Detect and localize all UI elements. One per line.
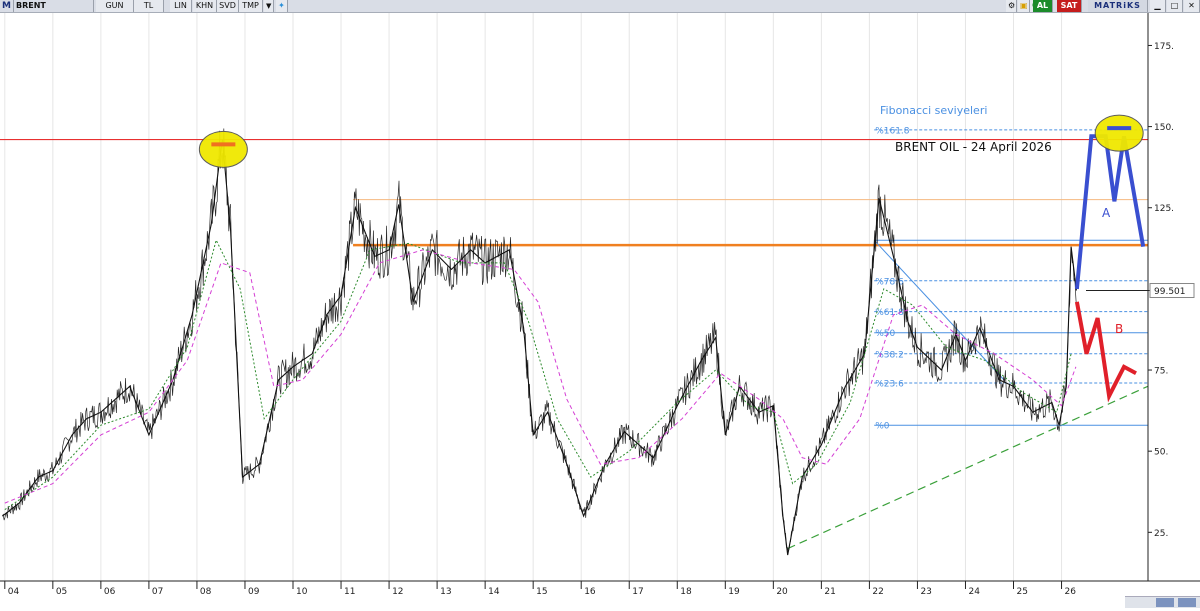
dropdown-arrow-icon[interactable]: ▼ (264, 0, 274, 12)
x-tick-label: 24 (968, 587, 980, 597)
maximize-icon[interactable]: □ (1167, 0, 1183, 12)
x-tick-label: 20 (776, 587, 788, 597)
x-tick-label: 26 (1065, 587, 1077, 597)
twitter-icon[interactable]: ✦ (276, 0, 288, 12)
x-axis: 04 05 06 07 08 09 10 11 12 13 14 15 16 17 18 19 20 21 22 23… (4, 581, 1077, 597)
toolbar: M BRENT GUN TL LIN KHN SVD TMP ▼ ✦ ⚙ ▣ C… (0, 0, 1200, 13)
y-tick-label: 125. (1154, 204, 1174, 214)
fib-label: %161.8 (875, 126, 910, 136)
trendline (787, 385, 1148, 550)
lock-icon[interactable]: ▣ (1018, 0, 1030, 12)
x-tick-label: 08 (200, 587, 212, 597)
highlight-ellipse (1094, 114, 1144, 152)
x-tick-label: 17 (632, 587, 643, 597)
projection-b (1074, 301, 1137, 403)
x-tick-label: 04 (8, 587, 20, 597)
x-tick-label: 16 (584, 587, 596, 597)
highlight-ellipse (198, 130, 248, 168)
svd-button[interactable]: SVD (217, 0, 239, 12)
fib-label: %50 (875, 329, 895, 339)
y-tick-label: 99.501 (1154, 287, 1186, 297)
x-tick-label: 25 (1017, 587, 1028, 597)
x-tick-label: 21 (824, 587, 835, 597)
linear-button[interactable]: LIN (170, 0, 192, 12)
price-series (2, 128, 1077, 556)
fib-label: %0 (875, 422, 890, 432)
y-tick-label: 50. (1154, 448, 1168, 458)
x-tick-label: 23 (920, 587, 931, 597)
scroll-button-right[interactable] (1178, 598, 1196, 607)
x-tick-label: 07 (152, 587, 163, 597)
status-bar (1125, 596, 1200, 608)
x-tick-label: 22 (872, 587, 883, 597)
sell-button[interactable]: SAT (1057, 0, 1082, 12)
wave-label-a: A (1102, 206, 1111, 220)
x-tick-label: 06 (104, 587, 116, 597)
fibonacci-title: Fibonacci seviyeleri (880, 104, 987, 117)
fib-label: %23.6 (875, 380, 904, 390)
chart-area[interactable]: %0 %23.6 %38.2 %50 %61.8 %78.6 %161.8 25. 50. 75… (0, 13, 1200, 607)
projection-lines (1074, 134, 1146, 403)
x-tick-label: 18 (680, 587, 692, 597)
buy-button[interactable]: AL (1033, 0, 1053, 12)
y-tick-label: 150. (1154, 123, 1174, 133)
y-axis: 25. 50. 75. 99.501 125. 150. 175. (1086, 42, 1195, 539)
x-tick-label: 09 (248, 587, 260, 597)
app-logo: M (0, 0, 14, 12)
symbol-field[interactable]: BRENT (14, 0, 94, 12)
period-button[interactable]: GUN (96, 0, 134, 12)
y-tick-label: 175. (1154, 42, 1174, 52)
grid (4, 13, 1063, 581)
price-chart[interactable]: %0%23.6%38.2%50%61.8%78.6%161.8 25.50.75… (0, 13, 1200, 607)
brand-label: MATRiKS (1088, 0, 1148, 12)
x-tick-label: 11 (344, 587, 355, 597)
x-tick-label: 14 (488, 587, 500, 597)
ma-slow-line (4, 249, 1077, 504)
x-tick-label: 05 (56, 587, 67, 597)
x-tick-label: 19 (728, 587, 740, 597)
y-tick-label: 75. (1154, 367, 1168, 377)
minimize-icon[interactable]: ▁ (1150, 0, 1166, 12)
tmp-button[interactable]: TMP (239, 0, 263, 12)
close-icon[interactable]: ✕ (1184, 0, 1200, 12)
x-tick-label: 13 (440, 587, 451, 597)
x-tick-label: 15 (536, 587, 547, 597)
currency-button[interactable]: TL (134, 0, 164, 12)
x-tick-label: 10 (296, 587, 308, 597)
settings-icon[interactable]: ⚙ (1006, 0, 1017, 12)
scroll-button-left[interactable] (1156, 598, 1174, 607)
price-texture (2, 128, 1077, 552)
chart-title: BRENT OIL - 24 April 2026 (895, 140, 1052, 154)
fib-label: %38.2 (875, 350, 904, 360)
khn-button[interactable]: KHN (193, 0, 217, 12)
y-tick-label: 25. (1154, 529, 1168, 539)
wave-label-b: B (1115, 322, 1123, 336)
x-tick-label: 12 (392, 587, 403, 597)
price-line (2, 139, 1077, 556)
